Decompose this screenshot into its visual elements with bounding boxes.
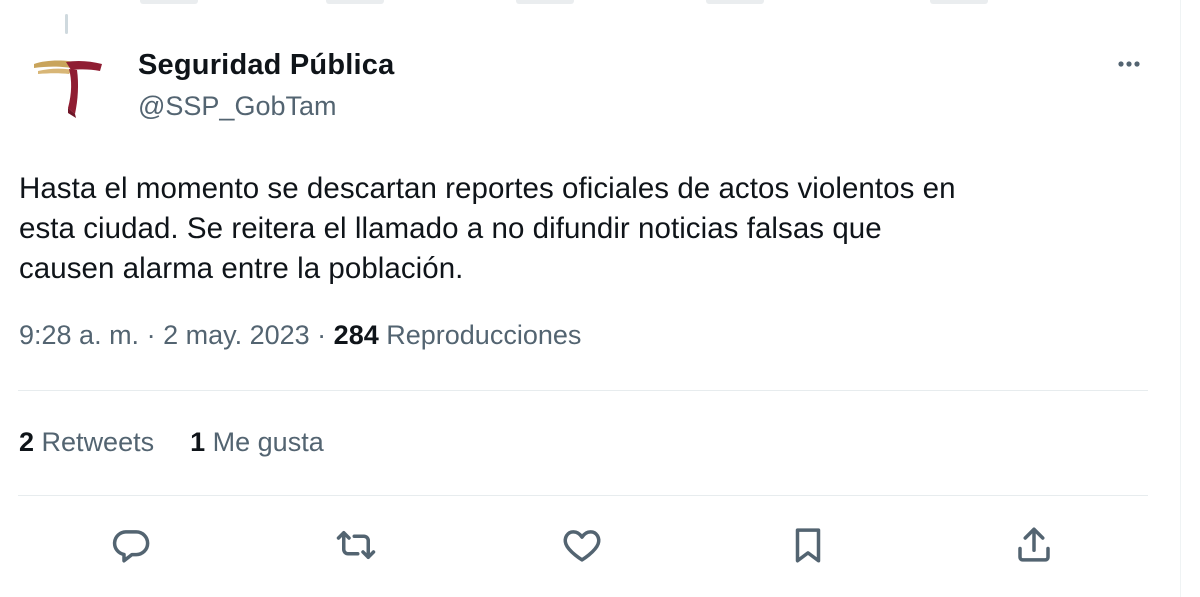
ssp-tamaulipas-logo-icon xyxy=(34,60,102,118)
username-handle[interactable]: @SSP_GobTam xyxy=(138,91,337,122)
retweets-stat[interactable]: 2 Retweets xyxy=(19,427,154,458)
display-name[interactable]: Seguridad Pública xyxy=(138,49,394,82)
tweet-date[interactable]: 2 may. 2023 xyxy=(163,320,310,350)
meta-separator: · xyxy=(139,320,164,350)
bookmark-button[interactable] xyxy=(785,522,831,568)
bookmark-icon xyxy=(795,528,821,563)
avatar[interactable] xyxy=(20,38,116,134)
share-icon xyxy=(1018,527,1050,562)
reply-icon xyxy=(112,530,150,563)
retweet-icon xyxy=(336,531,376,559)
tweet-time[interactable]: 9:28 a. m. xyxy=(19,320,139,350)
likes-count: 1 xyxy=(190,427,206,457)
cut-off-element xyxy=(516,0,574,4)
column-border xyxy=(1180,0,1181,597)
meta-separator: · xyxy=(309,320,334,350)
likes-stat[interactable]: 1 Me gusta xyxy=(190,427,324,458)
share-button[interactable] xyxy=(1011,522,1057,568)
retweet-button[interactable] xyxy=(333,522,379,568)
tweet-page: Seguridad Pública @SSP_GobTam Hasta el m… xyxy=(0,0,1200,597)
views-count: 284 xyxy=(333,320,379,350)
retweets-count: 2 xyxy=(19,427,35,457)
engagement-stats: 2 Retweets 1 Me gusta xyxy=(19,427,360,458)
more-dots-icon xyxy=(1118,61,1140,67)
cut-off-element xyxy=(706,0,764,4)
more-options-button[interactable] xyxy=(1109,48,1149,80)
like-button[interactable] xyxy=(559,522,605,568)
retweets-label: Retweets xyxy=(41,427,155,457)
reply-button[interactable] xyxy=(108,522,154,568)
cut-off-element xyxy=(140,0,198,4)
likes-label: Me gusta xyxy=(212,427,324,457)
divider xyxy=(18,495,1148,496)
views-label: Reproducciones xyxy=(386,320,582,350)
cut-off-element xyxy=(930,0,988,4)
divider xyxy=(18,390,1148,391)
cut-off-element xyxy=(326,0,384,4)
thread-connector-line xyxy=(65,14,68,34)
like-icon xyxy=(563,530,601,562)
tweet-metadata: 9:28 a. m. · 2 may. 2023 · 284 Reproducc… xyxy=(19,320,581,351)
tweet-text: Hasta el momento se descartan reportes o… xyxy=(19,172,956,285)
